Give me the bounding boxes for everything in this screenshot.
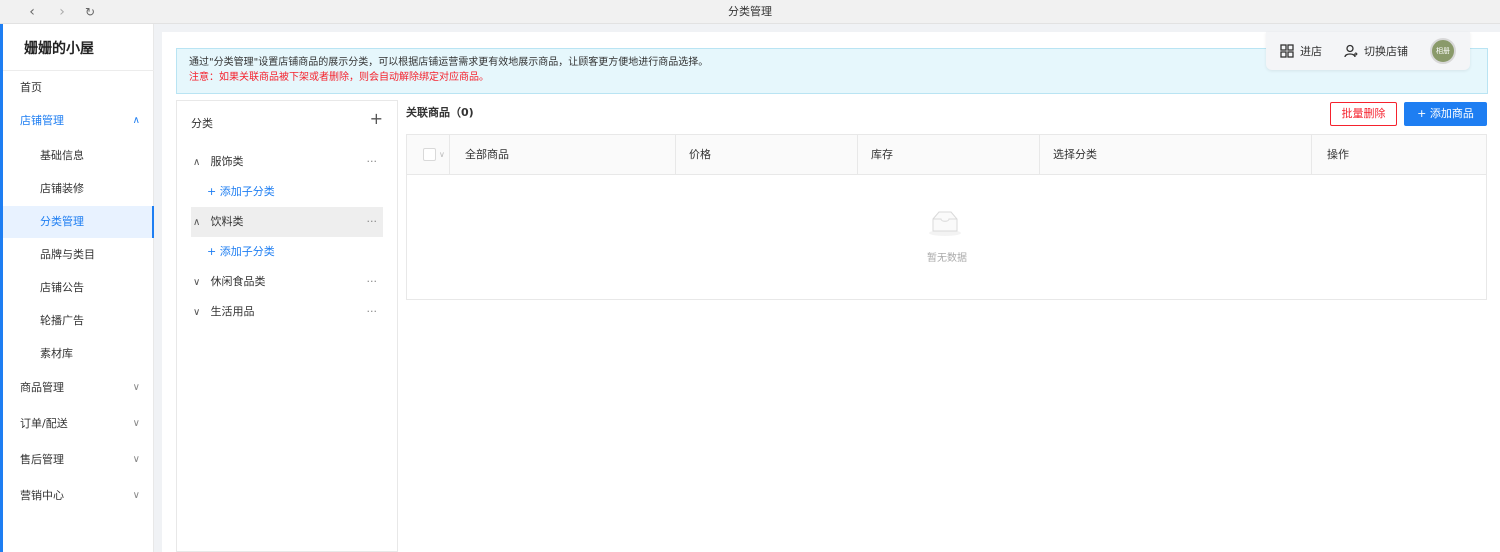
empty-box-icon — [929, 211, 961, 236]
more-icon[interactable]: ··· — [367, 207, 378, 237]
column-separator — [449, 135, 450, 175]
avatar-label: 相册 — [1436, 47, 1450, 55]
sidebar-item-carousel-ads[interactable]: 轮播广告 — [0, 305, 154, 337]
chevron-down-icon: ∨ — [132, 418, 140, 429]
category-item[interactable]: ∨ 休闲食品类 ··· — [191, 267, 383, 297]
sidebar-item-label: 订单/配送 — [20, 417, 68, 430]
sidebar-item-home[interactable]: 首页 — [0, 72, 154, 104]
column-separator — [857, 135, 858, 175]
category-item[interactable]: ∧ 饮料类 ··· — [191, 207, 383, 237]
chevron-down-icon[interactable]: ∨ — [193, 268, 207, 298]
category-label: 生活用品 — [210, 305, 255, 318]
sidebar-item-basic-info[interactable]: 基础信息 — [0, 140, 154, 172]
user-switch-icon — [1344, 44, 1358, 58]
column-header-select-category: 选择分类 — [1053, 148, 1097, 161]
main-content: 通过"分类管理"设置店铺商品的展示分类，可以根据店铺运营需求更有效地展示商品，让… — [162, 32, 1500, 552]
switch-store-button[interactable]: 切换店铺 — [1344, 43, 1408, 59]
category-label: 休闲食品类 — [210, 275, 266, 288]
linked-products-title: 关联商品（0) — [406, 106, 474, 119]
chevron-down-icon[interactable]: ∨ — [439, 135, 445, 175]
empty-state-text: 暂无数据 — [927, 253, 967, 264]
more-icon[interactable]: ··· — [367, 297, 378, 327]
chevron-down-icon: ∨ — [132, 490, 140, 501]
column-header-price: 价格 — [689, 148, 711, 161]
category-item[interactable]: ∧ 服饰类 ··· — [191, 147, 383, 177]
sidebar-divider — [0, 70, 154, 71]
sidebar: 姗姗的小屋 首页 店铺管理 ∧ 基础信息 店铺装修 分类管理 品牌与类目 店铺公… — [0, 24, 154, 552]
table-header: ∨ 全部商品 价格 库存 选择分类 操作 — [407, 135, 1486, 175]
select-all-checkbox[interactable] — [423, 148, 436, 161]
chevron-up-icon[interactable]: ∧ — [193, 148, 207, 178]
more-icon[interactable]: ··· — [367, 147, 378, 177]
header-actions: 进店 切换店铺 相册 — [1266, 32, 1470, 70]
sidebar-item-orders-delivery[interactable]: 订单/配送 ∨ — [0, 408, 154, 440]
sidebar-item-label: 店铺装修 — [40, 182, 84, 195]
add-subcategory-link[interactable]: + 添加子分类 — [207, 177, 275, 207]
sidebar-item-store-management[interactable]: 店铺管理 ∧ — [0, 105, 154, 137]
sidebar-item-marketing-center[interactable]: 营销中心 ∨ — [0, 480, 154, 512]
category-item[interactable]: ∨ 生活用品 ··· — [191, 297, 383, 327]
column-separator — [1039, 135, 1040, 175]
sidebar-item-brand-category[interactable]: 品牌与类目 — [0, 239, 154, 271]
notice-warning: 注意：如果关联商品被下架或者删除，则会自动解除绑定对应商品。 — [189, 72, 489, 83]
products-table: ∨ 全部商品 价格 库存 选择分类 操作 暂无数据 — [406, 134, 1487, 300]
sidebar-item-label: 首页 — [20, 81, 42, 94]
sidebar-item-product-management[interactable]: 商品管理 ∨ — [0, 372, 154, 404]
more-icon[interactable]: ··· — [367, 267, 378, 297]
chevron-up-icon[interactable]: ∧ — [193, 208, 207, 238]
sidebar-accent-bar — [0, 24, 3, 552]
sidebar-item-label: 商品管理 — [20, 381, 64, 394]
column-header-all-products: 全部商品 — [465, 148, 509, 161]
sidebar-item-label: 售后管理 — [20, 453, 64, 466]
add-subcategory-link[interactable]: + 添加子分类 — [207, 237, 275, 267]
chevron-down-icon: ∨ — [132, 454, 140, 465]
sidebar-item-label: 素材库 — [40, 347, 73, 360]
grid-icon — [1280, 44, 1294, 58]
chevron-down-icon[interactable]: ∨ — [193, 298, 207, 328]
add-product-button[interactable]: + 添加商品 — [1404, 102, 1487, 126]
enter-store-label: 进店 — [1300, 45, 1322, 58]
sidebar-item-material-library[interactable]: 素材库 — [0, 338, 154, 370]
batch-delete-button[interactable]: 批量删除 — [1330, 102, 1397, 126]
column-separator — [1311, 135, 1312, 175]
enter-store-button[interactable]: 进店 — [1280, 43, 1322, 59]
sidebar-item-label: 基础信息 — [40, 149, 84, 162]
shop-name: 姗姗的小屋 — [24, 41, 94, 57]
chevron-down-icon: ∨ — [132, 382, 140, 393]
chevron-up-icon: ∧ — [132, 115, 140, 126]
sidebar-item-store-notice[interactable]: 店铺公告 — [0, 272, 154, 304]
category-label: 服饰类 — [210, 155, 244, 168]
column-separator — [675, 135, 676, 175]
avatar[interactable]: 相册 — [1430, 38, 1456, 64]
column-header-actions: 操作 — [1327, 148, 1349, 161]
category-panel: 分类 + ∧ 服饰类 ··· + 添加子分类 ∧ 饮料类 ··· + 添加子分类… — [176, 100, 398, 552]
sidebar-item-label: 轮播广告 — [40, 314, 84, 327]
sidebar-item-category-management[interactable]: 分类管理 — [0, 206, 154, 238]
switch-store-label: 切换店铺 — [1364, 45, 1408, 58]
column-header-stock: 库存 — [871, 148, 893, 161]
sidebar-item-label: 店铺公告 — [40, 281, 84, 294]
add-category-button[interactable]: + — [370, 109, 383, 128]
browser-top-bar: ‹ › ↻ 分类管理 — [0, 0, 1500, 24]
category-panel-title: 分类 — [191, 117, 213, 130]
sidebar-item-after-sales[interactable]: 售后管理 ∨ — [0, 444, 154, 476]
sidebar-item-label: 店铺管理 — [20, 114, 64, 127]
window-title: 分类管理 — [728, 5, 772, 18]
sidebar-item-store-decoration[interactable]: 店铺装修 — [0, 173, 154, 205]
sidebar-item-label: 分类管理 — [40, 215, 84, 228]
sidebar-item-label: 品牌与类目 — [40, 248, 95, 261]
sidebar-item-label: 营销中心 — [20, 489, 64, 502]
category-label: 饮料类 — [210, 215, 244, 228]
